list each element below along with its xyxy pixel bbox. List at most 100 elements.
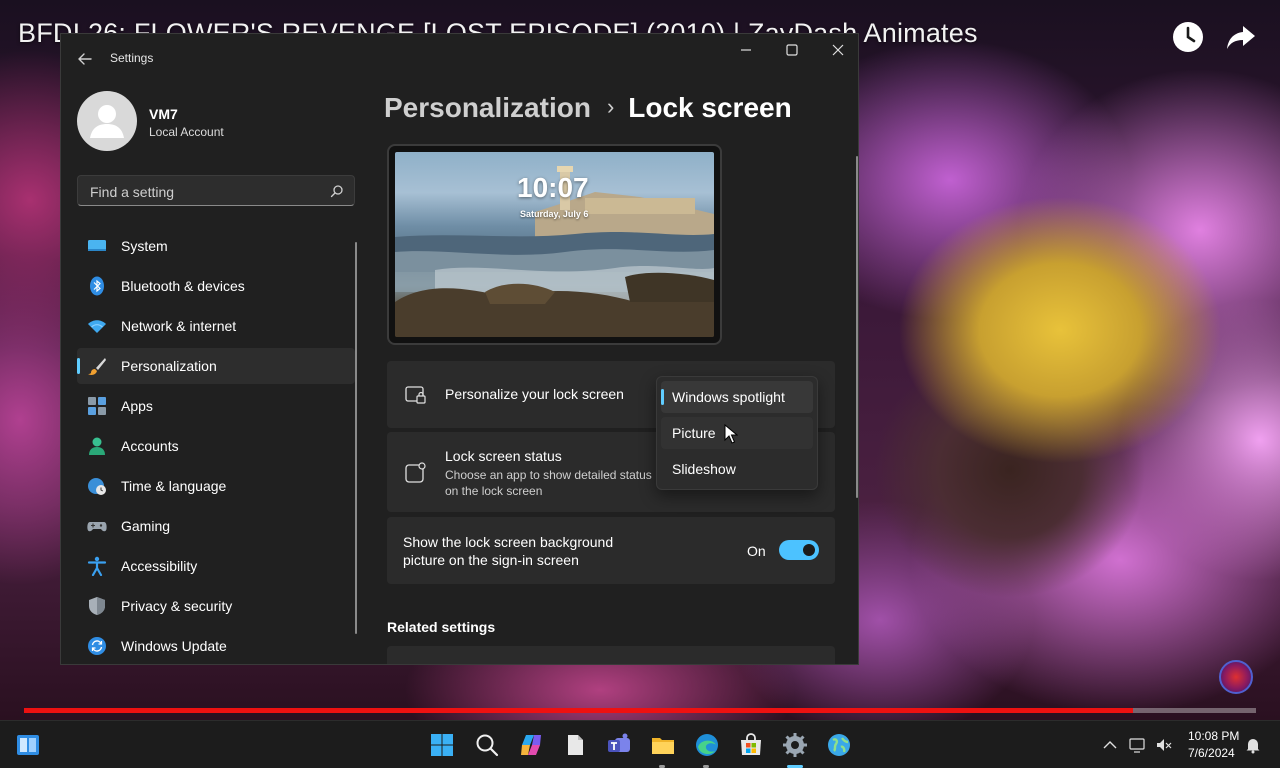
windows-start-icon[interactable] xyxy=(429,732,455,758)
account-type: Local Account xyxy=(149,125,224,139)
channel-logo[interactable] xyxy=(1219,660,1253,694)
file-icon[interactable] xyxy=(562,732,588,758)
lock-screen-preview-image: 10:07 Saturday, July 6 xyxy=(395,152,714,337)
gamepad-icon xyxy=(87,522,107,532)
sidebar-item-label: Windows Update xyxy=(121,638,227,654)
shield-icon xyxy=(89,597,105,615)
back-arrow-icon[interactable] xyxy=(75,49,95,69)
video-progress-fill xyxy=(24,708,1133,713)
page-title: Lock screen xyxy=(628,92,792,123)
globe-clock-icon xyxy=(88,478,106,495)
video-progress-bar[interactable] xyxy=(24,708,1256,713)
sidebar-item-network[interactable]: Network & internet xyxy=(77,308,355,344)
sidebar-item-system[interactable]: System xyxy=(77,228,355,264)
preview-time: 10:07 xyxy=(517,172,589,203)
mouse-cursor-icon xyxy=(724,424,738,444)
lock-screen-status-description: Choose an app to show detailed status on… xyxy=(445,468,652,498)
chevron-right-icon: › xyxy=(606,94,615,119)
sync-icon xyxy=(88,637,106,655)
option-label: Windows spotlight xyxy=(672,389,785,405)
copilot-icon[interactable] xyxy=(518,732,544,758)
chevron-up-icon[interactable] xyxy=(1101,736,1119,754)
edge-icon[interactable] xyxy=(694,732,720,758)
desktop-widget-icon[interactable] xyxy=(15,732,41,758)
monitor-icon xyxy=(88,240,106,251)
sidebar-item-label: Gaming xyxy=(121,518,171,534)
globe-icon[interactable] xyxy=(826,732,852,758)
wifi-icon xyxy=(88,320,106,333)
sidebar-item-label: Accessibility xyxy=(121,558,198,574)
avatar[interactable] xyxy=(77,91,137,151)
content-scrollbar[interactable] xyxy=(856,156,858,498)
apps-icon xyxy=(88,397,106,415)
breadcrumb-parent[interactable]: Personalization xyxy=(384,92,591,123)
user-name: VM7 xyxy=(149,106,178,122)
option-label: Slideshow xyxy=(672,461,736,477)
personalize-lock-screen-label: Personalize your lock screen xyxy=(445,386,624,402)
file-explorer-icon[interactable] xyxy=(650,732,676,758)
minimize-button[interactable] xyxy=(723,40,769,70)
status-widget-icon xyxy=(405,462,426,483)
option-windows-spotlight[interactable]: Windows spotlight xyxy=(661,381,813,413)
accessibility-icon xyxy=(87,556,107,576)
sidebar-item-label: Bluetooth & devices xyxy=(121,278,245,294)
sidebar-item-label: Accounts xyxy=(121,438,179,454)
sidebar-item-privacy[interactable]: Privacy & security xyxy=(77,588,355,624)
related-settings-card[interactable] xyxy=(387,646,835,664)
lock-screen-status-label: Lock screen status xyxy=(445,448,562,464)
teams-icon[interactable] xyxy=(606,732,632,758)
sidebar-item-label: Apps xyxy=(121,398,153,414)
option-label: Picture xyxy=(672,425,716,441)
signin-background-label: Show the lock screen background picture … xyxy=(403,534,614,568)
speaker-muted-icon[interactable] xyxy=(1155,736,1173,754)
sidebar-item-personalization[interactable]: Personalization xyxy=(77,348,355,384)
clock-time[interactable]: 10:08 PM xyxy=(1188,729,1239,743)
close-button[interactable] xyxy=(815,40,858,70)
preview-date: Saturday, July 6 xyxy=(520,209,589,219)
related-settings-heading: Related settings xyxy=(387,619,496,635)
clock-date[interactable]: 7/6/2024 xyxy=(1188,746,1235,760)
signin-background-card: Show the lock screen background picture … xyxy=(387,517,835,584)
settings-window: Settings VM7 Local Account Find a settin… xyxy=(60,33,859,665)
sidebar-item-accounts[interactable]: Accounts xyxy=(77,428,355,464)
search-input[interactable] xyxy=(88,176,322,207)
option-slideshow[interactable]: Slideshow xyxy=(661,453,813,485)
share-arrow-icon[interactable] xyxy=(1224,20,1258,54)
sidebar-nav: System Bluetooth & devices Network & int… xyxy=(77,228,355,664)
sidebar-item-label: System xyxy=(121,238,168,254)
sidebar-item-label: Privacy & security xyxy=(121,598,233,614)
sidebar-item-accessibility[interactable]: Accessibility xyxy=(77,548,355,584)
sidebar-item-label: Personalization xyxy=(121,358,217,374)
maximize-button[interactable] xyxy=(769,40,815,70)
app-title: Settings xyxy=(110,51,154,65)
lock-screen-picture-icon xyxy=(405,386,426,404)
store-icon[interactable] xyxy=(738,732,764,758)
search-icon[interactable] xyxy=(330,184,344,198)
bluetooth-icon xyxy=(90,276,104,296)
person-silhouette-icon xyxy=(90,105,124,138)
clock-icon[interactable] xyxy=(1171,20,1205,54)
signin-background-toggle[interactable] xyxy=(779,540,819,560)
search-box[interactable] xyxy=(77,175,355,207)
sidebar-item-apps[interactable]: Apps xyxy=(77,388,355,424)
network-monitor-icon[interactable] xyxy=(1129,736,1147,754)
person-icon xyxy=(89,437,105,455)
close-icon xyxy=(832,44,844,56)
paintbrush-icon xyxy=(88,358,106,375)
sidebar-item-gaming[interactable]: Gaming xyxy=(77,508,355,544)
settings-gear-icon[interactable] xyxy=(782,732,808,758)
sidebar-item-bluetooth[interactable]: Bluetooth & devices xyxy=(77,268,355,304)
minimize-icon xyxy=(741,49,751,51)
sidebar-scrollbar[interactable] xyxy=(355,242,357,634)
sidebar-item-windows-update[interactable]: Windows Update xyxy=(77,628,355,664)
toggle-state-label: On xyxy=(747,543,766,559)
sidebar-item-time-language[interactable]: Time & language xyxy=(77,468,355,504)
search-icon[interactable] xyxy=(474,732,500,758)
notification-bell-icon[interactable] xyxy=(1244,736,1262,754)
maximize-icon xyxy=(786,44,798,56)
title-bar: Settings xyxy=(61,34,858,82)
sidebar-item-label: Time & language xyxy=(121,478,227,494)
sidebar-item-label: Network & internet xyxy=(121,318,237,334)
breadcrumb: Personalization › Lock screen xyxy=(384,92,792,124)
taskbar: 10:08 PM 7/6/2024 xyxy=(0,720,1280,768)
